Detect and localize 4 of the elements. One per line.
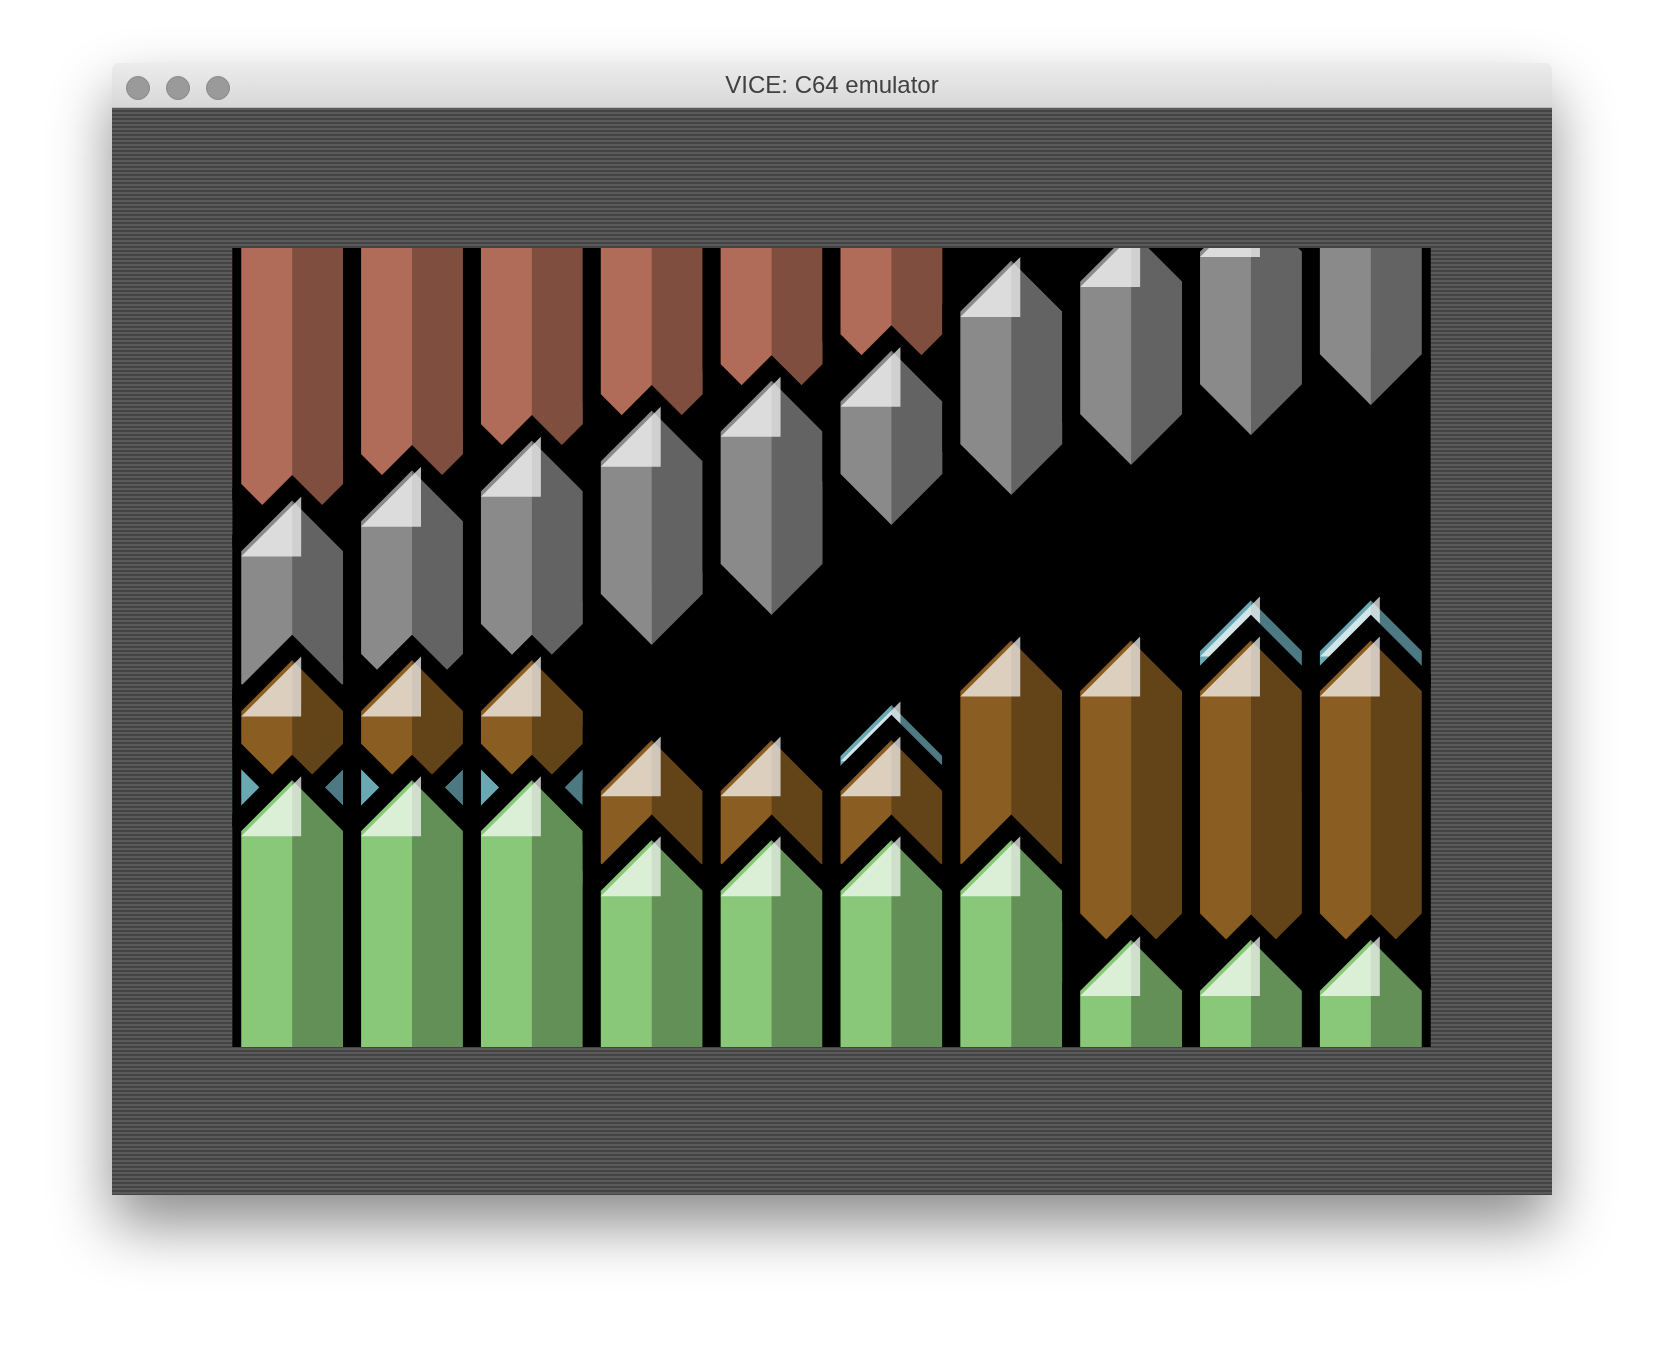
close-button[interactable] <box>126 76 150 100</box>
minimize-button[interactable] <box>166 76 190 100</box>
zoom-button[interactable] <box>206 76 230 100</box>
window-title: VICE: C64 emulator <box>725 70 939 100</box>
